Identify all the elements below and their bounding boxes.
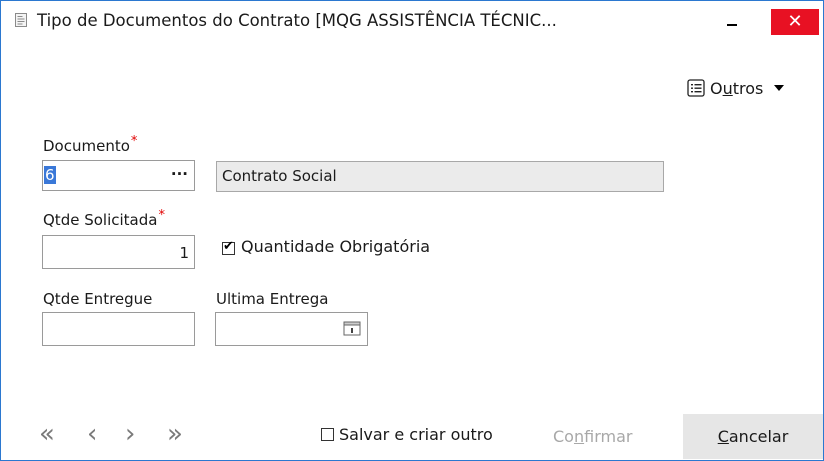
documento-label: Documento* (43, 134, 138, 155)
qtde-entregue-label: Qtde Entregue (43, 290, 153, 308)
minimize-button[interactable] (713, 9, 749, 35)
qtde-solicitada-label: Qtde Solicitada* (43, 208, 165, 229)
document-app-icon (15, 13, 27, 27)
ultima-entrega-date-input[interactable] (215, 312, 368, 346)
dialog-window: Tipo de Documentos do Contrato [MQG ASSI… (0, 0, 824, 461)
title-bar[interactable]: Tipo de Documentos do Contrato [MQG ASSI… (1, 1, 823, 41)
ultima-entrega-label: Ultima Entrega (216, 290, 329, 308)
last-record-button[interactable]: » (167, 419, 183, 449)
first-record-button[interactable]: « (39, 419, 55, 449)
previous-record-button[interactable]: ‹ (87, 419, 97, 449)
salvar-e-criar-outro-label: Salvar e criar outro (339, 425, 493, 444)
required-marker: * (158, 208, 165, 223)
lookup-button[interactable]: ··· (171, 161, 188, 187)
documento-description: Contrato Social (216, 161, 664, 192)
outros-label: Outros (710, 78, 764, 98)
close-icon: ✕ (787, 11, 803, 32)
calendar-icon[interactable] (343, 320, 361, 336)
quantidade-obrigatoria-checkbox[interactable] (222, 239, 235, 255)
chevron-down-icon (774, 85, 785, 91)
next-record-button[interactable]: › (125, 419, 135, 449)
window-title: Tipo de Documentos do Contrato [MQG ASSI… (37, 11, 557, 30)
documento-value[interactable]: 6 (44, 166, 56, 184)
quantidade-obrigatoria-label: Quantidade Obrigatória (241, 237, 431, 256)
close-button[interactable]: ✕ (771, 9, 819, 35)
confirmar-button[interactable]: Confirmar (553, 427, 632, 446)
required-marker: * (130, 134, 138, 149)
qtde-entregue-input[interactable] (42, 312, 195, 346)
list-icon (687, 79, 705, 97)
salvar-e-criar-outro-checkbox[interactable] (321, 428, 334, 441)
cancelar-button[interactable]: Cancelar (683, 414, 823, 459)
qtde-solicitada-input[interactable]: 1 (42, 235, 195, 269)
outros-menu-button[interactable]: Outros (687, 77, 785, 99)
documento-field[interactable]: 6 ··· (42, 160, 195, 191)
